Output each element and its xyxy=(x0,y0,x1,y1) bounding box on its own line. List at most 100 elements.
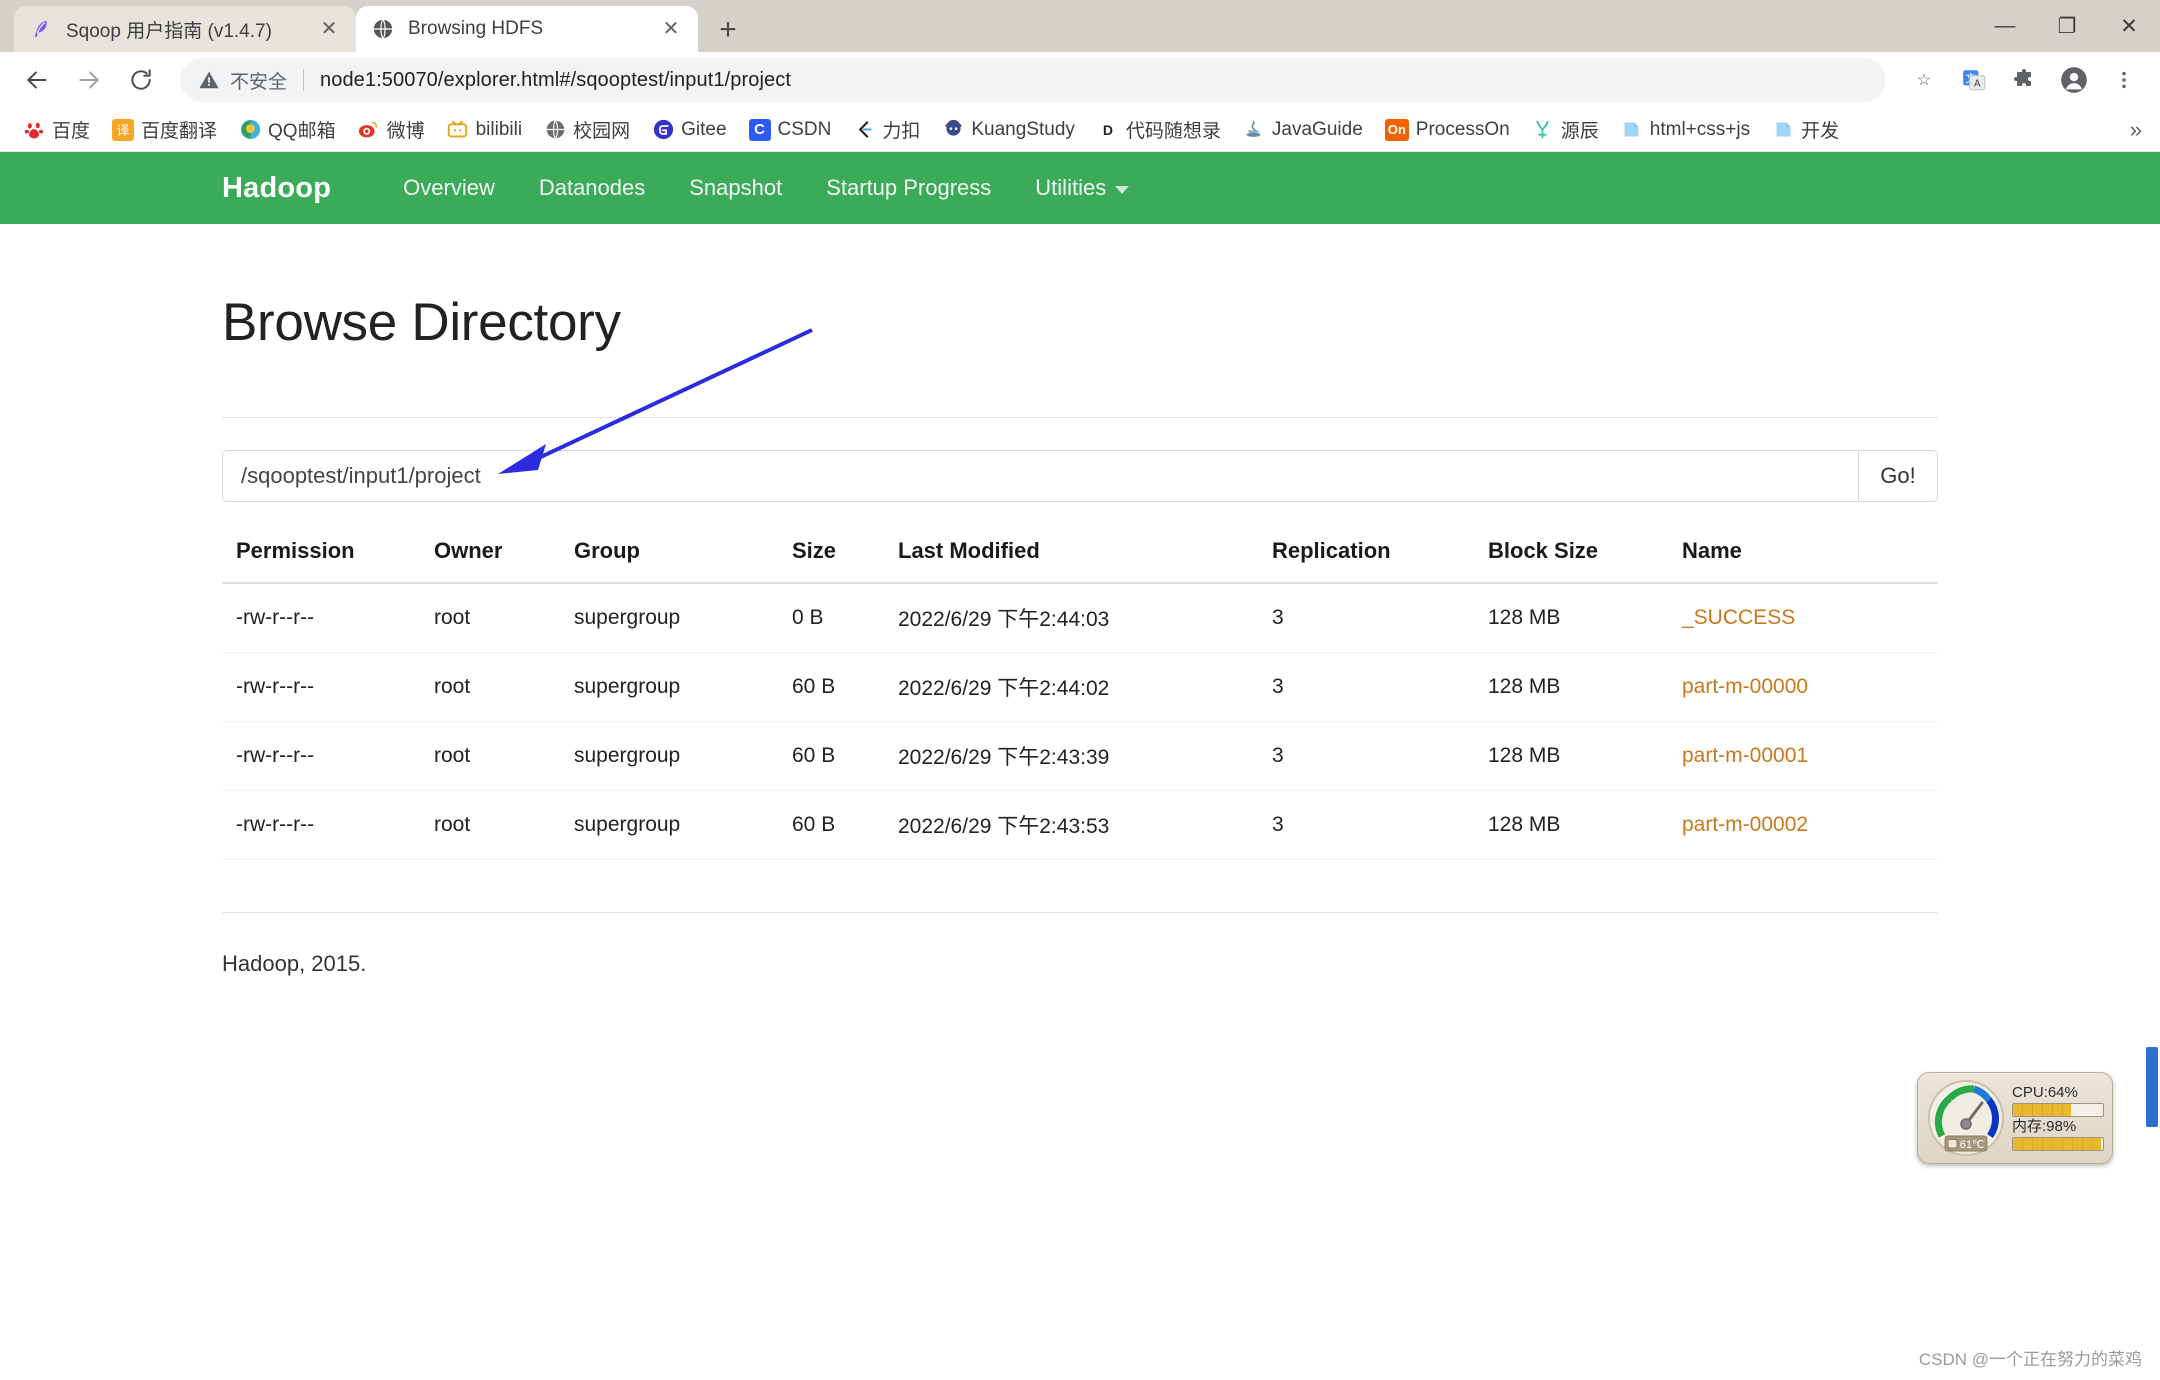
cell-replication: 3 xyxy=(1272,652,1488,722)
nav-label: Datanodes xyxy=(538,175,646,200)
system-monitor-widget[interactable]: 61℃ CPU:64% 内存:98% xyxy=(1917,1072,2113,1164)
bookmark-kaifa[interactable]: 开发 xyxy=(1763,112,1848,147)
close-icon[interactable]: ✕ xyxy=(316,16,342,42)
cell-owner: root xyxy=(434,583,574,653)
csdn-icon: C xyxy=(748,118,771,141)
divider xyxy=(303,69,305,91)
temp-label: 61℃ xyxy=(1960,1139,1985,1151)
file-link[interactable]: part-m-00002 xyxy=(1682,813,1808,836)
bookmark-campus-net[interactable]: 校园网 xyxy=(535,112,639,147)
divider xyxy=(222,912,1938,913)
bookmark-kuangstudy[interactable]: KuangStudy xyxy=(933,115,1084,145)
th-name[interactable]: Name xyxy=(1682,538,1938,584)
th-block-size[interactable]: Block Size xyxy=(1488,538,1682,584)
tab-browsing-hdfs[interactable]: Browsing HDFS ✕ xyxy=(356,6,698,52)
svg-text:A: A xyxy=(1974,79,1981,90)
bookmark-bilibili[interactable]: bilibili xyxy=(438,115,531,145)
cell-group: supergroup xyxy=(574,721,792,791)
cell-size: 60 B xyxy=(792,721,898,791)
nav-label: Snapshot xyxy=(689,175,783,200)
nav-snapshot[interactable]: Snapshot xyxy=(667,175,804,201)
th-owner[interactable]: Owner xyxy=(434,538,574,584)
cpu-meter xyxy=(2012,1103,2104,1117)
bookmark-daimasuixianglu[interactable]: D 代码随想录 xyxy=(1088,112,1230,147)
th-replication[interactable]: Replication xyxy=(1272,538,1488,584)
qqmail-icon xyxy=(239,119,261,141)
th-size[interactable]: Size xyxy=(792,538,898,584)
nav-utilities[interactable]: Utilities xyxy=(1013,175,1151,201)
go-button[interactable]: Go! xyxy=(1858,450,1938,502)
cell-permission: -rw-r--r-- xyxy=(222,790,434,860)
close-window-icon[interactable]: ✕ xyxy=(2098,0,2160,52)
bookmark-yuanchen[interactable]: 源辰 xyxy=(1523,112,1608,147)
minimize-icon[interactable]: — xyxy=(1974,0,2036,52)
cell-group: supergroup xyxy=(574,583,792,653)
nav-datanodes[interactable]: Datanodes xyxy=(517,175,667,201)
extensions-icon[interactable] xyxy=(2002,58,2046,102)
address-bar[interactable]: 不安全 node1:50070/explorer.html#/sqooptest… xyxy=(180,58,1886,102)
table-body: -rw-r--r-- root supergroup 0 B 2022/6/29… xyxy=(222,583,1938,860)
browser-toolbar: 不安全 node1:50070/explorer.html#/sqooptest… xyxy=(0,52,2160,108)
bookmark-label: 力扣 xyxy=(882,121,921,142)
cell-last-modified: 2022/6/29 下午2:43:39 xyxy=(898,721,1272,791)
nav-overview[interactable]: Overview xyxy=(381,175,517,201)
menu-icon[interactable] xyxy=(2102,58,2146,102)
bookmarks-overflow-button[interactable]: » xyxy=(2130,117,2142,143)
watermark: CSDN @一个正在努力的菜鸡 xyxy=(1918,1350,2142,1369)
maximize-icon[interactable]: ❐ xyxy=(2036,0,2098,52)
bookmark-label: ProcessOn xyxy=(1415,118,1510,140)
bookmark-gitee[interactable]: Gitee xyxy=(643,115,735,145)
feather-icon xyxy=(28,16,54,42)
th-permission[interactable]: Permission xyxy=(222,538,434,584)
bookmark-star-icon[interactable]: ☆ xyxy=(1902,58,1946,102)
cell-size: 60 B xyxy=(792,652,898,722)
translate-icon[interactable]: 文A xyxy=(1952,58,1996,102)
nav-label: Utilities xyxy=(1035,175,1107,200)
warning-icon xyxy=(198,69,220,91)
cell-size: 0 B xyxy=(792,583,898,653)
bookmark-weibo[interactable]: 微博 xyxy=(349,112,434,147)
path-form: /sqooptest/input1/project Go! xyxy=(222,450,1938,502)
bookmark-leetcode[interactable]: 力扣 xyxy=(844,112,929,147)
bookmark-qqmail[interactable]: QQ邮箱 xyxy=(230,112,345,147)
window-controls: — ❐ ✕ xyxy=(1974,0,2160,52)
reload-icon[interactable] xyxy=(118,57,164,103)
path-input[interactable]: /sqooptest/input1/project xyxy=(222,450,1858,502)
bookmark-baidu-translate[interactable]: 译 百度翻译 xyxy=(103,112,226,147)
file-link[interactable]: part-m-00000 xyxy=(1682,675,1808,698)
new-tab-button[interactable]: + xyxy=(704,8,752,52)
forward-icon[interactable] xyxy=(66,57,112,103)
back-icon[interactable] xyxy=(14,57,60,103)
page-scrollbar-thumb[interactable] xyxy=(2146,1047,2158,1127)
th-group[interactable]: Group xyxy=(574,538,792,584)
bookmark-processon[interactable]: On ProcessOn xyxy=(1376,115,1519,145)
cell-block-size: 128 MB xyxy=(1488,583,1682,653)
cell-permission: -rw-r--r-- xyxy=(222,652,434,722)
th-last-modified[interactable]: Last Modified xyxy=(898,538,1272,584)
tab-title: Sqoop 用户指南 (v1.4.7) xyxy=(66,20,272,42)
table-header-row: Permission Owner Group Size Last Modifie… xyxy=(222,538,1938,584)
chevron-down-icon xyxy=(1115,185,1130,194)
tab-sqoop-guide[interactable]: Sqoop 用户指南 (v1.4.7) ✕ xyxy=(14,6,356,52)
bookmark-baidu[interactable]: 百度 xyxy=(14,112,99,147)
profile-icon[interactable] xyxy=(2052,58,2096,102)
bookmark-html-css-js[interactable]: html+css+js xyxy=(1612,115,1759,145)
bookmark-label: 微博 xyxy=(386,121,425,142)
close-icon[interactable]: ✕ xyxy=(658,16,684,42)
hadoop-brand[interactable]: Hadoop xyxy=(222,172,331,205)
file-link[interactable]: _SUCCESS xyxy=(1682,606,1795,629)
baidu-translate-icon: 译 xyxy=(112,118,135,141)
cell-permission: -rw-r--r-- xyxy=(222,583,434,653)
main-content: Browse Directory /sqooptest/input1/proje… xyxy=(0,292,2160,977)
file-link[interactable]: part-m-00001 xyxy=(1682,744,1808,767)
nav-startup-progress[interactable]: Startup Progress xyxy=(804,175,1013,201)
table-row: -rw-r--r-- root supergroup 60 B 2022/6/2… xyxy=(222,652,1938,722)
bookmark-label: html+css+js xyxy=(1649,118,1751,140)
cell-owner: root xyxy=(434,721,574,791)
bookmark-javaguide[interactable]: JavaGuide xyxy=(1234,115,1372,145)
cell-owner: root xyxy=(434,790,574,860)
cell-last-modified: 2022/6/29 下午2:43:53 xyxy=(898,790,1272,860)
cpu-gauge: 61℃ xyxy=(1926,1078,2006,1158)
bookmark-csdn[interactable]: C CSDN xyxy=(740,115,841,145)
bookmark-label: 源辰 xyxy=(1560,121,1599,142)
